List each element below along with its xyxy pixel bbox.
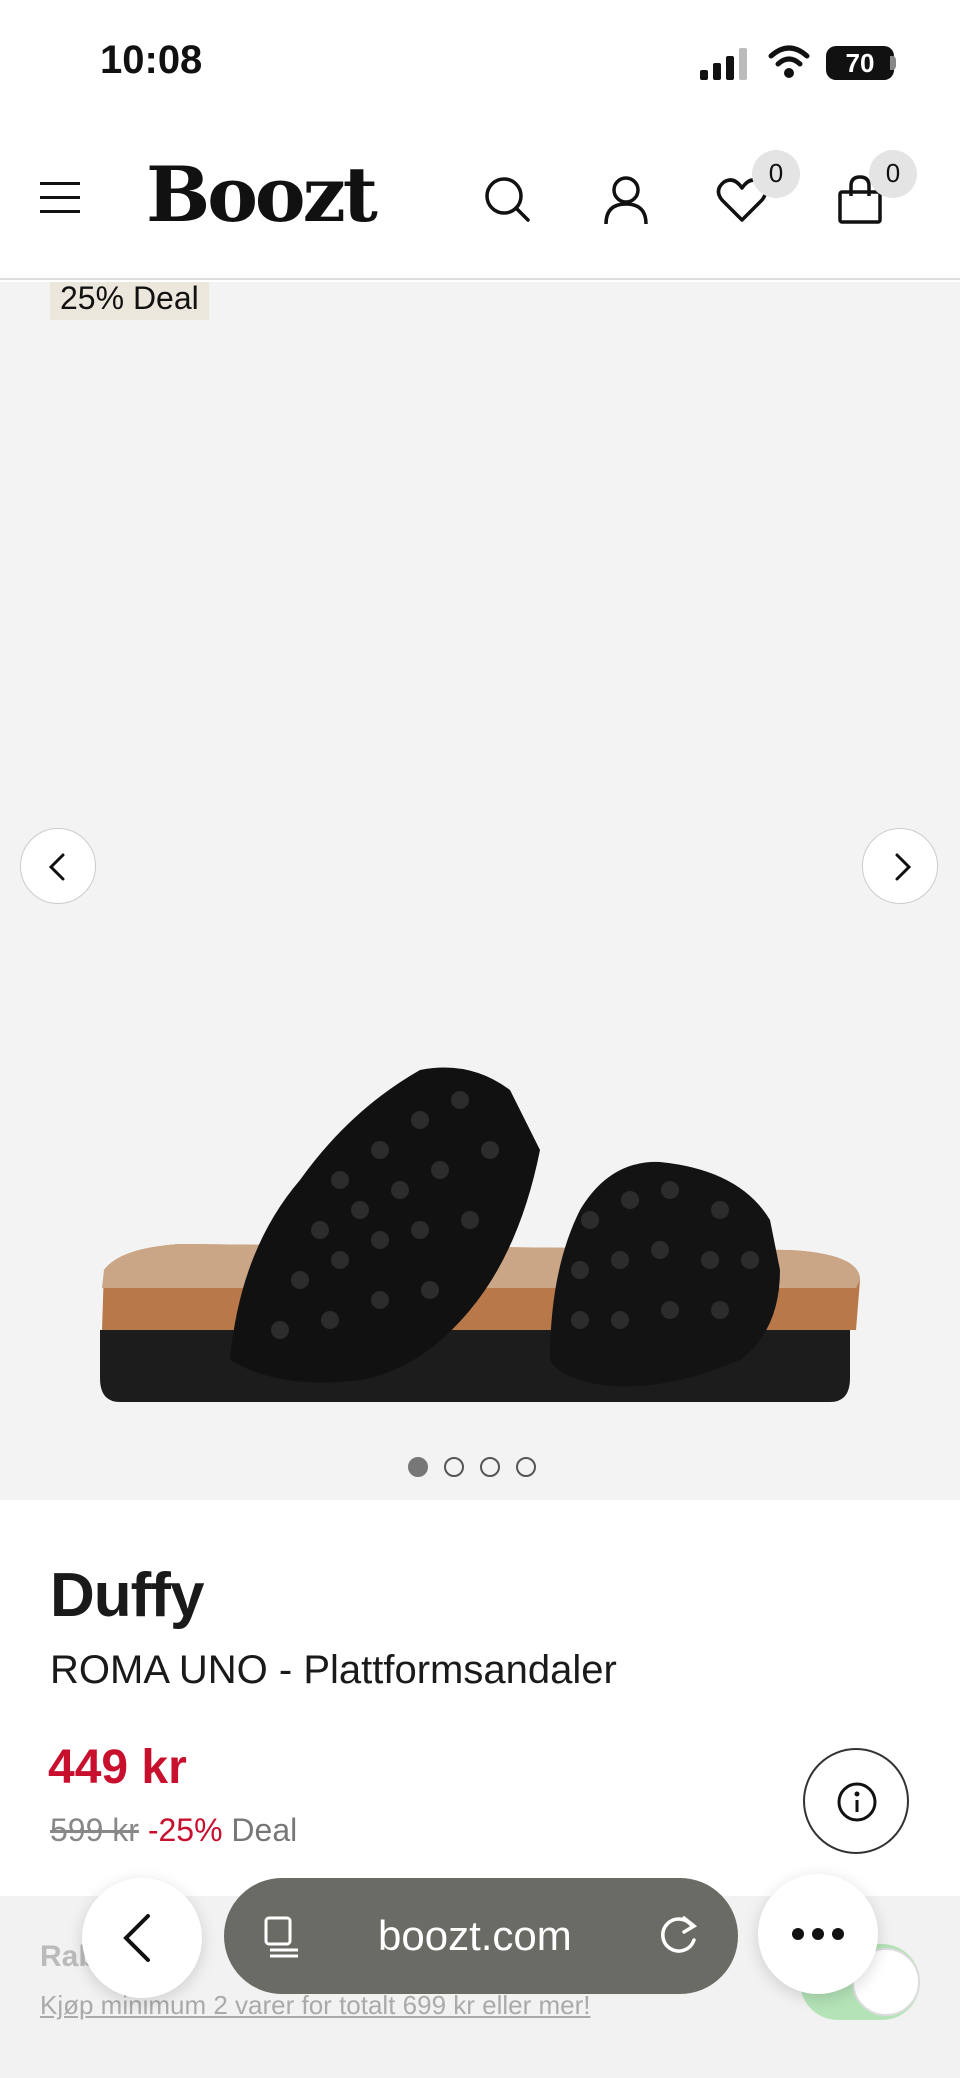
reload-icon[interactable] <box>654 1910 704 1960</box>
cart-count-badge: 0 <box>869 150 917 198</box>
battery-tip <box>890 56 896 70</box>
cellular-signal-icon <box>700 48 747 80</box>
wishlist-count-badge: 0 <box>752 150 800 198</box>
product-image-gallery[interactable]: 25% Deal <box>0 282 960 1500</box>
user-icon[interactable] <box>598 172 654 228</box>
status-time: 10:08 <box>100 38 203 82</box>
deal-tag: 25% Deal <box>50 282 209 320</box>
tabs-icon <box>264 1916 298 1958</box>
battery-indicator: 70 <box>826 46 894 80</box>
status-bar: 10:08 70 <box>0 0 960 120</box>
menu-icon[interactable] <box>40 182 80 214</box>
gallery-next-button[interactable] <box>862 828 938 904</box>
discount-percent: -25% <box>147 1812 223 1848</box>
gallery-dot[interactable] <box>480 1457 500 1477</box>
browser-address-bar[interactable]: boozt.com <box>224 1878 738 1994</box>
product-name: ROMA UNO - Plattformsandaler <box>50 1648 617 1692</box>
site-logo[interactable]: Boozt <box>146 150 378 239</box>
gallery-pagination <box>408 1457 552 1482</box>
gallery-dot[interactable] <box>444 1457 464 1477</box>
old-price: 599 kr <box>50 1812 139 1848</box>
browser-more-button[interactable] <box>758 1874 878 1994</box>
site-header: Boozt 0 0 <box>0 120 960 280</box>
back-arrow-icon <box>123 1914 150 1962</box>
chevron-right-icon <box>895 853 912 881</box>
search-icon[interactable] <box>480 172 536 228</box>
deal-label: Deal <box>231 1812 298 1848</box>
price-details: 599 kr -25% Deal <box>50 1812 297 1849</box>
browser-back-button[interactable] <box>82 1878 202 1998</box>
product-price: 449 kr <box>48 1741 187 1794</box>
chevron-left-icon <box>48 853 65 881</box>
product-image-sandal <box>100 1067 860 1402</box>
gallery-dot[interactable] <box>516 1457 536 1477</box>
gallery-dot[interactable] <box>408 1457 428 1477</box>
product-brand[interactable]: Duffy <box>50 1560 204 1631</box>
gallery-prev-button[interactable] <box>20 828 96 904</box>
browser-url: boozt.com <box>378 1912 572 1959</box>
more-icon <box>792 1928 844 1940</box>
info-icon <box>837 1782 877 1822</box>
wifi-icon <box>768 45 810 78</box>
price-info-button[interactable] <box>803 1748 909 1854</box>
